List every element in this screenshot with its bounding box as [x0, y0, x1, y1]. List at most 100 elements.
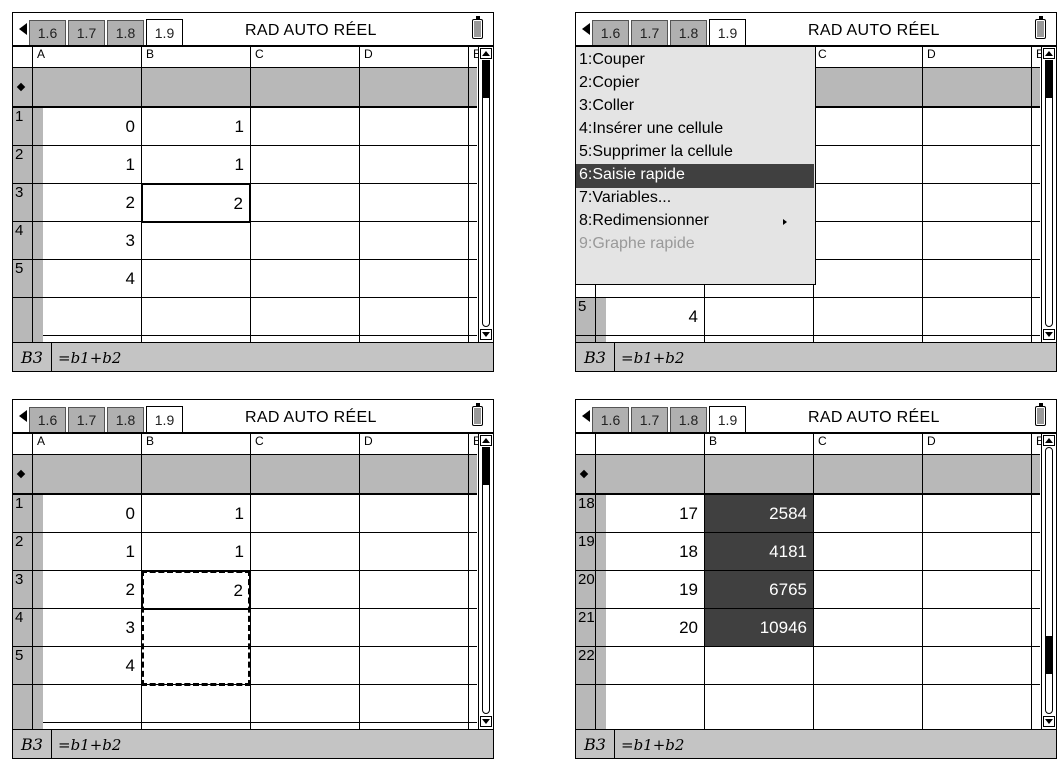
- cell-a3[interactable]: 2: [33, 580, 141, 600]
- column-header-d[interactable]: D: [923, 434, 1031, 454]
- cell-a3[interactable]: 2: [33, 193, 141, 213]
- cell-a4[interactable]: 3: [33, 618, 141, 638]
- vertical-scrollbar[interactable]: [478, 47, 493, 342]
- menu-item-delete-cell[interactable]: 5:Supprimer la cellule: [576, 141, 814, 165]
- menu-item-variables[interactable]: 7:Variables...: [576, 187, 814, 211]
- menu-item-paste[interactable]: 3:Coller: [576, 95, 814, 119]
- tab-1-7[interactable]: 1.7: [631, 20, 668, 45]
- scroll-up-icon[interactable]: [480, 435, 492, 446]
- scroll-up-icon[interactable]: [1043, 435, 1055, 446]
- column-header-e[interactable]: E: [469, 47, 481, 67]
- column-header-b[interactable]: B: [142, 434, 250, 454]
- tab-1-8[interactable]: 1.8: [107, 20, 144, 45]
- formula-row[interactable]: [576, 455, 1040, 493]
- column-header-d[interactable]: D: [923, 47, 1031, 67]
- column-header-a[interactable]: A: [33, 434, 141, 454]
- cell-b21[interactable]: 10946: [705, 618, 813, 638]
- scroll-left-arrow-icon[interactable]: [582, 23, 590, 35]
- cell-a5[interactable]: 4: [596, 307, 704, 327]
- column-header-c[interactable]: C: [251, 47, 359, 67]
- tab-1-8[interactable]: 1.8: [670, 407, 707, 432]
- cell-reference: B3: [21, 735, 43, 754]
- menu-item-resize[interactable]: 8:Redimensionner: [576, 210, 814, 234]
- formula-text[interactable]: =b1+b2: [58, 736, 121, 754]
- column-header-c[interactable]: C: [814, 47, 922, 67]
- cell-b18[interactable]: 2584: [705, 504, 813, 524]
- cell-b3-selected[interactable]: 2: [141, 183, 251, 223]
- cell-a21[interactable]: 20: [596, 618, 704, 638]
- column-header-a[interactable]: A: [33, 47, 141, 67]
- scrollbar-thumb[interactable]: [482, 447, 490, 485]
- tab-1-8[interactable]: 1.8: [107, 407, 144, 432]
- scroll-left-arrow-icon[interactable]: [582, 410, 590, 422]
- tab-1-7[interactable]: 1.7: [631, 407, 668, 432]
- cell-a2[interactable]: 1: [33, 542, 141, 562]
- cell-a18[interactable]: 17: [596, 504, 704, 524]
- cell-a19[interactable]: 18: [596, 542, 704, 562]
- scroll-left-arrow-icon[interactable]: [19, 410, 27, 422]
- row-header[interactable]: 22: [576, 647, 606, 684]
- scrollbar-thumb[interactable]: [1045, 60, 1053, 98]
- column-header-c[interactable]: C: [814, 434, 922, 454]
- cell-b20[interactable]: 6765: [705, 580, 813, 600]
- tab-1-9[interactable]: 1.9: [709, 406, 746, 434]
- tab-1-6[interactable]: 1.6: [29, 20, 66, 45]
- entry-line[interactable]: B3 =b1+b2: [13, 342, 493, 371]
- formula-text[interactable]: =b1+b2: [621, 349, 684, 367]
- scroll-down-icon[interactable]: [1043, 329, 1055, 340]
- scrollbar-thumb[interactable]: [482, 60, 490, 98]
- vertical-scrollbar[interactable]: [1041, 434, 1056, 729]
- cell-a1[interactable]: 0: [33, 117, 141, 137]
- tab-1-7[interactable]: 1.7: [68, 20, 105, 45]
- column-header-c[interactable]: C: [251, 434, 359, 454]
- scroll-down-icon[interactable]: [480, 716, 492, 727]
- cell-a4[interactable]: 3: [33, 231, 141, 251]
- cell-b19[interactable]: 4181: [705, 542, 813, 562]
- column-header-b[interactable]: B: [142, 47, 250, 67]
- formula-text[interactable]: =b1+b2: [621, 736, 684, 754]
- entry-line[interactable]: B3 =b1+b2: [13, 729, 493, 758]
- formula-row[interactable]: [13, 68, 477, 106]
- cell-a20[interactable]: 19: [596, 580, 704, 600]
- cell-a1[interactable]: 0: [33, 504, 141, 524]
- scroll-up-icon[interactable]: [480, 48, 492, 59]
- column-header-e[interactable]: E: [469, 434, 481, 454]
- cell-a5[interactable]: 4: [33, 656, 141, 676]
- vertical-scrollbar[interactable]: [478, 434, 493, 729]
- tab-1-9[interactable]: 1.9: [146, 406, 183, 434]
- tab-1-8[interactable]: 1.8: [670, 20, 707, 45]
- cell-b1[interactable]: 1: [142, 117, 250, 137]
- entry-line[interactable]: B3 =b1+b2: [576, 729, 1056, 758]
- scrollbar-thumb[interactable]: [1045, 636, 1053, 674]
- cell-b1[interactable]: 1: [142, 504, 250, 524]
- column-header-b[interactable]: B: [705, 434, 813, 454]
- cell-a2[interactable]: 1: [33, 155, 141, 175]
- tab-1-7[interactable]: 1.7: [68, 407, 105, 432]
- tab-1-9[interactable]: 1.9: [709, 19, 746, 47]
- menu-item-insert-cell[interactable]: 4:Insérer une cellule: [576, 118, 814, 142]
- menu-item-copy[interactable]: 2:Copier: [576, 72, 814, 96]
- cell-b2[interactable]: 1: [142, 542, 250, 562]
- menu-item-quick-fill[interactable]: 6:Saisie rapide: [576, 164, 814, 188]
- column-header-d[interactable]: D: [360, 434, 468, 454]
- tab-1-6[interactable]: 1.6: [592, 407, 629, 432]
- menu-item-cut[interactable]: 1:Couper: [576, 49, 814, 73]
- cell-b2[interactable]: 1: [142, 155, 250, 175]
- vertical-scrollbar[interactable]: [1041, 47, 1056, 342]
- scroll-up-icon[interactable]: [1043, 48, 1055, 59]
- formula-text[interactable]: =b1+b2: [58, 349, 121, 367]
- cell-a5[interactable]: 4: [33, 269, 141, 289]
- column-header-e[interactable]: E: [1032, 434, 1044, 454]
- tab-1-6[interactable]: 1.6: [29, 407, 66, 432]
- column-header-e[interactable]: E: [1032, 47, 1044, 67]
- scroll-down-icon[interactable]: [1043, 716, 1055, 727]
- tab-1-9[interactable]: 1.9: [146, 19, 183, 47]
- tab-1-6[interactable]: 1.6: [592, 20, 629, 45]
- cell-b3-selected[interactable]: 2: [141, 570, 251, 610]
- formula-row[interactable]: [13, 455, 477, 493]
- column-header-d[interactable]: D: [360, 47, 468, 67]
- scroll-left-arrow-icon[interactable]: [19, 23, 27, 35]
- diamond-icon: [16, 82, 26, 92]
- scroll-down-icon[interactable]: [480, 329, 492, 340]
- entry-line[interactable]: B3 =b1+b2: [576, 342, 1056, 371]
